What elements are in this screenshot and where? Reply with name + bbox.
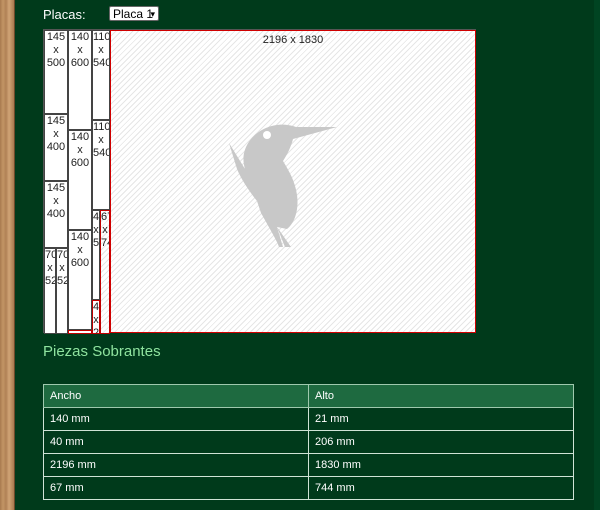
piece-dim-x: x (98, 134, 104, 146)
piece-dim-w: 70 (57, 249, 67, 261)
piece-dim-x: x (102, 224, 108, 236)
offcut-small[interactable]: 4 x 2 (92, 300, 100, 334)
piece-dim-w: 140 (70, 231, 90, 243)
piece-dim-w: 4 (93, 211, 100, 223)
cell-ancho: 140 mm (43, 407, 309, 431)
piece-140x600[interactable]: 140 x 600 (68, 230, 92, 330)
wood-border (0, 0, 15, 510)
table-row: 2196 mm 1830 mm (43, 453, 574, 477)
piece-dim-w: 4 (93, 301, 100, 313)
table-row: 40 mm 206 mm (43, 430, 574, 454)
piece-dim-h: 400 (46, 208, 66, 220)
piece-dim-w: 70 (45, 249, 55, 261)
piece-dim-x: x (77, 144, 83, 156)
offcut-67x744[interactable]: 67 x 74 (100, 210, 110, 334)
piece-dim-w: 140 (70, 31, 90, 43)
cell-alto: 206 mm (308, 430, 574, 454)
piece-dim-x: x (47, 262, 53, 274)
piece-110x540[interactable]: 110 x 540 (92, 120, 110, 210)
piece-dim-x: x (59, 262, 65, 274)
column-header-ancho[interactable]: Ancho (43, 384, 309, 408)
column-header-alto[interactable]: Alto (308, 384, 574, 408)
cutting-board: 145 x 500 145 x 400 145 x 400 70 x 52 70… (43, 29, 476, 334)
offcut-strip (68, 330, 92, 334)
piece-dim-w: 110 (93, 31, 110, 43)
cell-ancho: 2196 mm (43, 453, 309, 477)
piece-70x52[interactable]: 70 x 52 (56, 248, 68, 334)
piece-dim-w: 110 (93, 121, 110, 133)
piece-dim-h: 52 (45, 275, 55, 287)
piece-dim-x: x (53, 195, 59, 207)
piece-dim-w: 145 (46, 115, 66, 127)
piece-dim-h: 500 (46, 57, 66, 69)
piece-dim-h: 540 (93, 147, 110, 159)
piece-145x400[interactable]: 145 x 400 (44, 181, 68, 248)
woodpecker-watermark-icon (229, 124, 337, 247)
piece-dim-w: 145 (46, 182, 66, 194)
piece-dim-h: 5 (93, 237, 100, 249)
right-edge (594, 0, 600, 510)
piece-dim-x: x (77, 244, 83, 256)
chevron-down-icon: ▾ (150, 9, 155, 19)
piezas-sobrantes-table: Ancho Alto 140 mm 21 mm 40 mm 206 mm 219… (43, 384, 574, 500)
piece-dim-x: x (93, 224, 99, 236)
piece-dim-x: x (53, 44, 59, 56)
piece-dim-h: 2 (93, 327, 100, 334)
piece-dim-h: 600 (70, 57, 90, 69)
piece-dim-x: x (98, 44, 104, 56)
piece-110x540[interactable]: 110 x 540 (92, 30, 110, 120)
piece-dim-h: 74 (101, 237, 109, 249)
table-row: 67 mm 744 mm (43, 476, 574, 500)
piece-dim-h: 52 (57, 275, 67, 287)
cell-ancho: 67 mm (43, 476, 309, 500)
piece-small[interactable]: 4 x 5 (92, 210, 100, 300)
piece-dim-x: x (77, 44, 83, 56)
piece-dim-x: x (93, 314, 99, 326)
piece-dim-h: 540 (93, 57, 110, 69)
piece-dim-w: 140 (70, 131, 90, 143)
placas-label: Placas: (43, 7, 86, 22)
section-title-piezas-sobrantes: Piezas Sobrantes (43, 343, 161, 360)
piece-dim-h: 400 (46, 141, 66, 153)
piece-140x600[interactable]: 140 x 600 (68, 130, 92, 230)
cell-ancho: 40 mm (43, 430, 309, 454)
cell-alto: 1830 mm (308, 453, 574, 477)
piece-dim-w: 145 (46, 31, 66, 43)
piece-dim-h: 600 (70, 257, 90, 269)
piece-dim-w: 67 (101, 211, 109, 223)
cell-alto: 21 mm (308, 407, 574, 431)
piece-dim-h: 600 (70, 157, 90, 169)
placa-select-value: Placa 1 (113, 7, 154, 21)
remnant-area[interactable]: 2196 x 1830 (110, 30, 476, 333)
table-header-row: Ancho Alto (43, 384, 574, 408)
piece-145x500[interactable]: 145 x 500 (44, 30, 68, 114)
piece-dim-x: x (53, 128, 59, 140)
piece-140x600[interactable]: 140 x 600 (68, 30, 92, 130)
piece-145x400[interactable]: 145 x 400 (44, 114, 68, 181)
table-row: 140 mm 21 mm (43, 407, 574, 431)
piece-70x52[interactable]: 70 x 52 (44, 248, 56, 334)
cell-alto: 744 mm (308, 476, 574, 500)
placa-select[interactable]: Placa 1 ▾ (109, 6, 159, 21)
